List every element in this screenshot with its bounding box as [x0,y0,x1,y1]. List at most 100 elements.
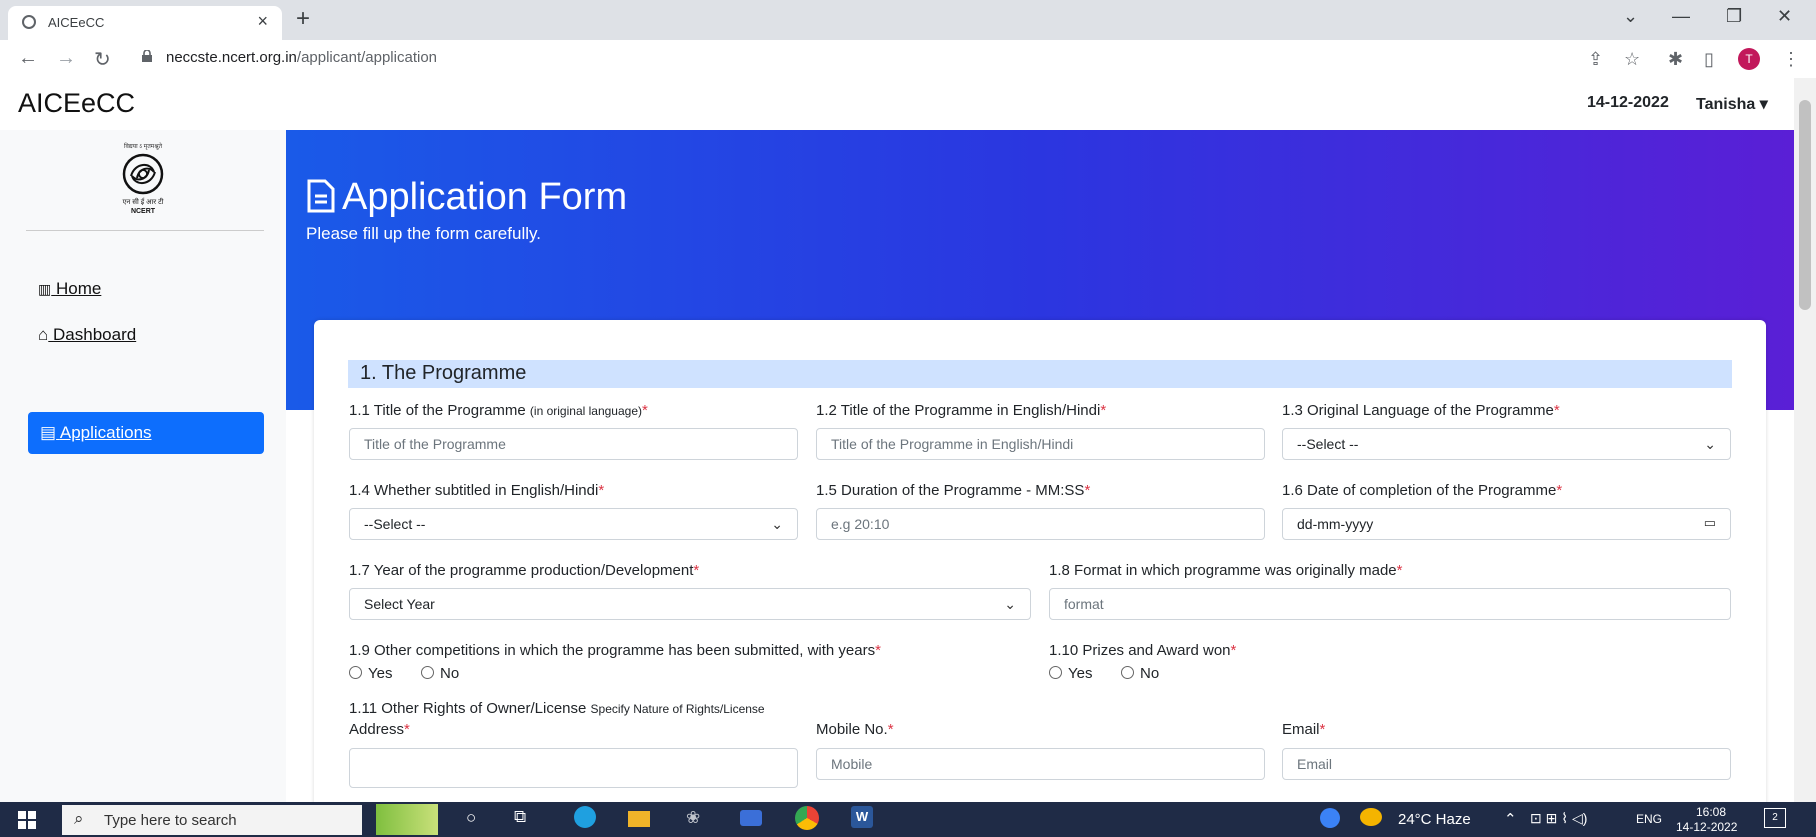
completion-date-input[interactable]: dd-mm-yyyy ▭ [1282,508,1731,540]
logo-motto: विद्यया ऽ मृतमश्नुते [123,144,163,150]
language-indicator[interactable]: ENG [1636,812,1662,826]
sidebar-item-label: Dashboard [53,325,137,344]
brand[interactable]: AICEeCC [18,88,135,119]
notification-count: 2 [1772,812,1778,823]
label-mobile: Mobile No.* [816,721,894,738]
back-icon[interactable]: ← [18,47,38,70]
logo-text-hindi: एन सी ई आर टी [122,199,164,206]
chrome-icon[interactable] [795,806,819,830]
prizes-no-radio[interactable]: No [1121,665,1159,682]
label-1-11: 1.11 Other Rights of Owner/License Speci… [349,700,765,717]
tray-icons[interactable]: ⊡ ⊞ ⌇ ◁) [1530,810,1587,827]
label-1-10: 1.10 Prizes and Award won* [1049,642,1237,659]
edge-icon[interactable] [574,806,596,828]
close-window-button[interactable]: ✕ [1777,6,1792,27]
app-icon[interactable]: ❀ [686,808,700,828]
user-name: Tanisha [1696,96,1756,113]
weather-icon [1360,808,1382,826]
home-icon: ⌂ [38,325,49,344]
title-english-input[interactable]: Title of the Programme in English/Hindi [816,428,1265,460]
close-tab-icon[interactable]: × [257,11,268,32]
page-title: Application Form [306,176,627,219]
url-path: /applicant/application [296,49,438,66]
page-title-text: Application Form [342,176,628,218]
sidebar: विद्यया ऽ मृतमश्नुते एन सी ई आर टी NCERT… [0,130,286,802]
page-subtitle: Please fill up the form carefully. [306,224,541,243]
chevron-down-icon: ⌄ [1704,436,1716,452]
label-1-4: 1.4 Whether subtitled in English/Hindi* [349,482,605,499]
tab-title: AICEeCC [48,15,105,30]
user-menu[interactable]: Tanisha ▾ [1696,94,1768,114]
chevron-down-icon: ⌄ [771,516,783,532]
word-icon[interactable]: W [851,806,873,828]
app-blue-icon[interactable] [740,810,762,826]
top-navbar: AICEeCC 14-12-2022 Tanisha ▾ [0,78,1794,130]
profile-avatar[interactable]: T [1738,48,1760,70]
share-icon[interactable]: ⇪ [1588,49,1603,70]
sidebar-item-dashboard[interactable]: ⌂ Dashboard [38,325,136,345]
forward-icon[interactable]: → [56,47,76,70]
format-input[interactable]: format [1049,588,1731,620]
ncert-emblem-icon [122,153,164,195]
chevron-up-icon[interactable]: ⌃ [1504,810,1517,828]
ncert-logo: विद्यया ऽ मृतमश्नुते एन सी ई आर टी NCERT [98,142,188,224]
notification-icon[interactable]: 2 [1764,808,1786,828]
side-panel-icon[interactable]: ▯ [1704,49,1714,70]
browser-tab[interactable]: AICEeCC × [8,6,282,40]
tab-search-icon[interactable]: ⌄ [1623,6,1638,27]
file-text-icon [307,179,335,213]
sidebar-item-home[interactable]: ▥ Home [38,279,101,299]
lock-icon [142,50,152,62]
weather-text[interactable]: 24°C Haze [1398,811,1471,828]
label-1-3: 1.3 Original Language of the Programme* [1282,402,1560,419]
windows-start-icon[interactable] [18,811,36,829]
year-select[interactable]: Select Year ⌄ [349,588,1031,620]
bamboo-widget-icon[interactable] [376,804,438,835]
section-header: 1. The Programme [348,360,1732,388]
page-scrollbar[interactable] [1794,78,1816,802]
bookmark-star-icon[interactable]: ☆ [1624,49,1640,70]
restore-button[interactable]: ❐ [1726,6,1742,27]
label-1-1: 1.1 Title of the Programme (in original … [349,402,648,419]
competitions-no-radio[interactable]: No [421,665,459,682]
mobile-input[interactable]: Mobile [816,748,1265,780]
clock-time[interactable]: 16:08 [1680,805,1742,819]
sidebar-item-applications[interactable]: ▤ Applications [28,412,264,454]
menu-icon[interactable]: ⋮ [1782,49,1800,70]
subtitled-select[interactable]: --Select -- ⌄ [349,508,798,540]
title-input[interactable]: Title of the Programme [349,428,798,460]
task-view-icon[interactable]: ⧉ [514,807,526,827]
help-icon[interactable] [1320,808,1340,828]
taskbar: ⌕ Type here to search ○ ⧉ ❀ W 24°C Haze … [0,802,1816,837]
scrollbar-thumb[interactable] [1799,100,1811,310]
new-tab-button[interactable]: + [296,5,310,33]
label-1-2: 1.2 Title of the Programme in English/Hi… [816,402,1107,419]
chart-icon: ▥ [38,281,52,297]
caret-down-icon: ▾ [1759,96,1768,113]
calendar-icon[interactable]: ▭ [1704,515,1716,531]
prizes-yes-radio[interactable]: Yes [1049,665,1092,682]
extensions-icon[interactable]: ✱ [1668,49,1683,70]
file-explorer-icon[interactable] [628,811,650,827]
reload-icon[interactable]: ↻ [94,47,111,72]
search-icon: ⌕ [74,809,84,828]
email-input[interactable]: Email [1282,748,1731,780]
url-field[interactable]: neccste.ncert.org.in/applicant/applicati… [130,44,1600,72]
clock-date[interactable]: 14-12-2022 [1676,820,1737,834]
minimize-button[interactable]: — [1672,6,1690,27]
address-textarea[interactable] [349,748,798,788]
label-1-9: 1.9 Other competitions in which the prog… [349,642,881,659]
sidebar-item-label: Home [55,279,102,298]
label-1-5: 1.5 Duration of the Programme - MM:SS* [816,482,1091,499]
language-select[interactable]: --Select -- ⌄ [1282,428,1731,460]
duration-input[interactable]: e.g 20:10 [816,508,1265,540]
taskbar-search-placeholder: Type here to search [104,812,237,829]
label-email: Email* [1282,721,1326,738]
sidebar-item-label: Applications [59,423,152,442]
chevron-down-icon: ⌄ [1004,596,1016,612]
nav-date: 14-12-2022 [1587,94,1669,111]
cortana-icon[interactable]: ○ [466,808,476,828]
logo-text-english: NCERT [130,208,156,215]
competitions-yes-radio[interactable]: Yes [349,665,392,682]
taskbar-search[interactable]: ⌕ Type here to search [62,805,362,835]
